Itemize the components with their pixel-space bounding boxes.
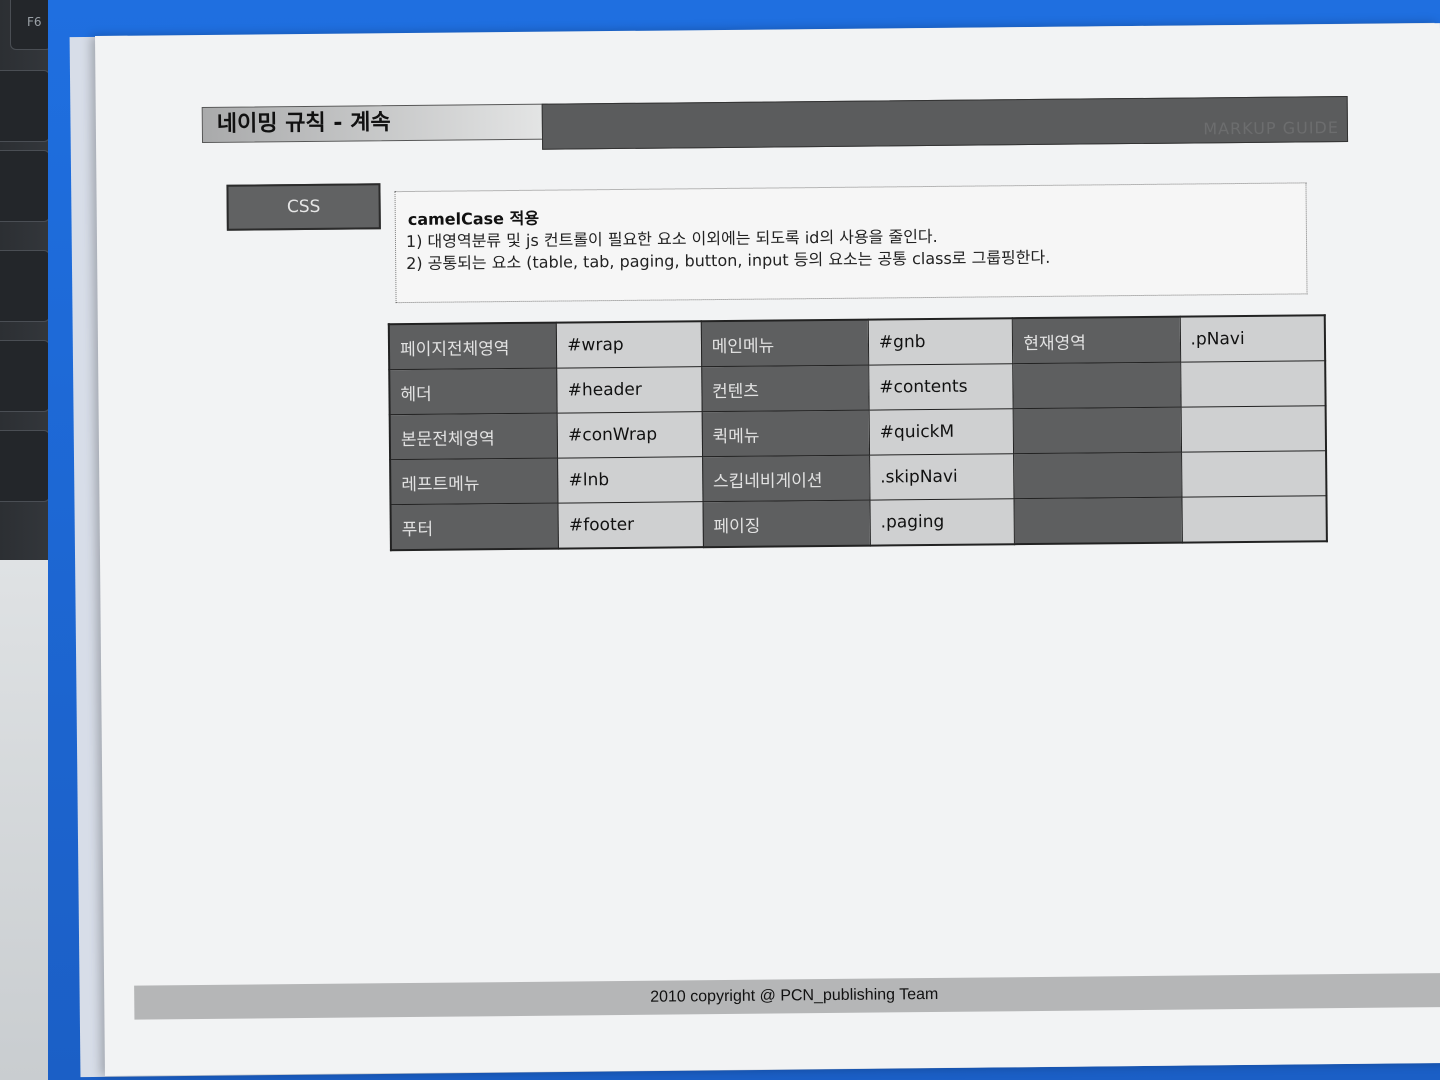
copyright-footer: 2010 copyright @ PCN_publishing Team [134, 972, 1440, 1020]
table-cell-empty [1012, 362, 1181, 409]
table-cell-label: 푸터 [390, 503, 559, 551]
table-cell-id: #footer [558, 501, 704, 549]
note-line-2: 2) 공통되는 요소 (table, tab, paging, button, … [406, 247, 1051, 274]
table-cell-id: .skipNavi [869, 453, 1015, 501]
keyboard-key [0, 250, 50, 322]
keyboard-key-f6: F6 [10, 0, 52, 50]
table-cell-label: 헤더 [389, 368, 558, 415]
table-cell-id: #gnb [868, 318, 1013, 366]
title-bar: MARKUP GUIDE [541, 95, 1349, 150]
table-cell-id: #wrap [556, 321, 702, 369]
keyboard-key [0, 70, 50, 142]
keyboard-key [0, 340, 50, 412]
table-cell-label: 본문전체영역 [389, 413, 558, 460]
table-cell-label: 페이지전체영역 [388, 322, 557, 370]
css-badge: CSS [226, 183, 381, 231]
table-cell-id: #conWrap [557, 411, 703, 459]
table-cell-empty [1014, 497, 1182, 545]
table-cell-id: .paging [869, 498, 1015, 546]
table-cell-empty [1180, 360, 1326, 408]
page-title: 네이밍 규칙 - 계속 [201, 103, 549, 143]
table-row: 푸터 #footer 페이징 .paging [390, 495, 1327, 551]
table-cell-label: 컨텐츠 [701, 365, 870, 412]
table-cell-label: 레프트메뉴 [390, 458, 559, 505]
table-cell-id: #lnb [557, 456, 703, 504]
table-cell-empty [1181, 495, 1327, 543]
table-cell-label: 퀵메뉴 [701, 410, 870, 457]
table-cell-label: 현재영역 [1012, 316, 1181, 364]
printed-page: 네이밍 규칙 - 계속 MARKUP GUIDE CSS camelCase 적… [95, 23, 1440, 1076]
table-cell-empty [1013, 407, 1182, 454]
naming-table: 페이지전체영역 #wrap 메인메뉴 #gnb 현재영역 .pNavi 헤더 #… [387, 314, 1328, 552]
table-cell-id: #header [556, 366, 702, 414]
markup-guide-label: MARKUP GUIDE [1203, 118, 1340, 139]
table-cell-id: #contents [868, 363, 1014, 411]
table-cell-label: 스킵네비게이션 [702, 455, 870, 502]
table-cell-id: #quickM [869, 408, 1014, 456]
table-cell-label: 메인메뉴 [700, 319, 869, 367]
table-cell-empty [1180, 405, 1327, 453]
table-cell-empty [1181, 450, 1327, 498]
camelcase-note: camelCase 적용 1) 대영역분류 및 js 컨트롤이 필요한 요소 이… [394, 182, 1308, 304]
table-cell-label: 페이징 [702, 500, 871, 548]
keyboard-key [0, 150, 50, 222]
keyboard-key [0, 430, 50, 502]
table-cell-id: .pNavi [1179, 315, 1326, 363]
table-cell-empty [1013, 452, 1182, 499]
